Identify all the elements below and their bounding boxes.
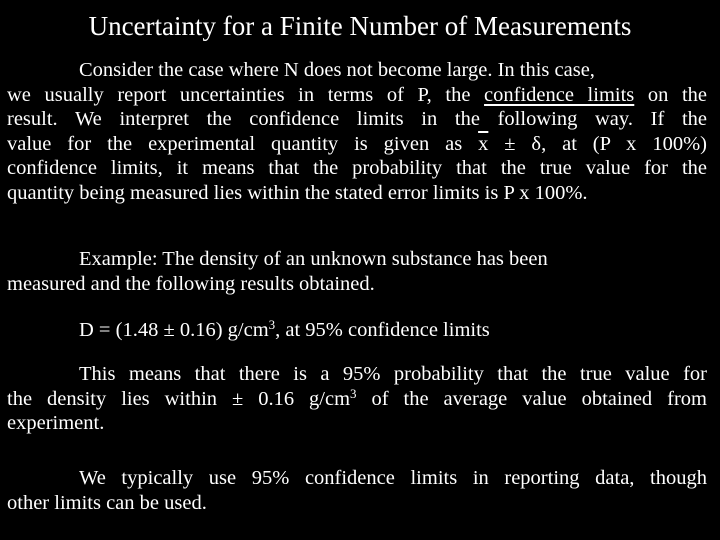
text-line: experiment.: [7, 412, 105, 435]
text-line: D = (1.48 ± 0.16) g/cm3, at 95% confiden…: [7, 318, 707, 343]
text-span: , at 95% confidence limits: [275, 319, 490, 341]
confidence-limits-term: confidence limits: [484, 83, 635, 106]
text-line: value for the experimental quantity is g…: [7, 132, 707, 157]
text-line: result. We interpret the confidence limi…: [7, 108, 707, 131]
text-line: other limits can be used.: [7, 491, 207, 514]
text-span: D = (1.48 ± 0.16) g/cm: [79, 319, 269, 341]
paragraph-definition: Consider the case where N does not becom…: [7, 58, 707, 206]
text-span: on the: [634, 83, 708, 106]
density-equation: D = (1.48 ± 0.16) g/cm3, at 95% confiden…: [7, 318, 707, 343]
paragraph-meaning: This means that there is a 95% probabili…: [7, 362, 707, 436]
paragraph-example: Example: The density of an unknown subst…: [7, 247, 707, 296]
text-span: the density lies within ± 0.16 g/cm: [7, 387, 351, 410]
text-line: the density lies within ± 0.16 g/cm3 of …: [7, 387, 707, 412]
slide-title: Uncertainty for a Finite Number of Measu…: [88, 11, 632, 41]
text-span: of the average value obtained from: [356, 387, 707, 410]
x-bar-symbol: x: [478, 132, 489, 155]
text-span: we usually report uncertainties in terms…: [7, 83, 485, 106]
text-line: We typically use 95% confidence limits i…: [79, 467, 707, 489]
text-line: Example: The density of an unknown subst…: [79, 248, 548, 270]
text-span: value for the experimental quantity is g…: [7, 132, 479, 155]
text-line: we usually report uncertainties in terms…: [7, 83, 707, 108]
text-line: Consider the case where N does not becom…: [79, 59, 595, 81]
text-line: measured and the following results obtai…: [7, 272, 375, 295]
text-span: ± δ, at (P x 100%): [488, 132, 707, 155]
text-line: This means that there is a 95% probabili…: [79, 363, 707, 385]
text-line: confidence limits, it means that the pro…: [7, 157, 707, 180]
text-line: quantity being measured lies within the …: [7, 181, 588, 204]
paragraph-typical-use: We typically use 95% confidence limits i…: [7, 466, 707, 515]
